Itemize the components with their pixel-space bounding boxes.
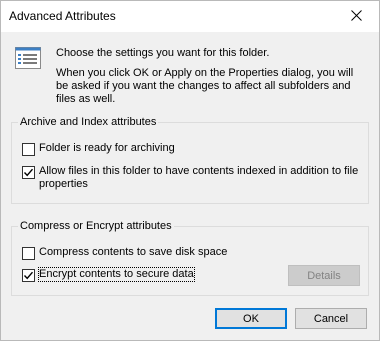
archiving-option[interactable]: Folder is ready for archiving [22,142,175,156]
info-sub-text: When you click OK or Apply on the Proper… [56,67,354,105]
info-main-text: Choose the settings you want for this fo… [56,47,270,59]
encrypt-label: Encrypt contents to secure data [38,267,195,282]
encrypt-option[interactable]: Encrypt contents to secure data [22,267,195,282]
compress-option[interactable]: Compress contents to save disk space [22,246,227,260]
compress-checkbox[interactable] [22,247,35,260]
indexing-option[interactable]: Allow files in this folder to have conte… [22,165,367,191]
ok-button[interactable]: OK [215,308,287,329]
details-button[interactable]: Details [288,265,360,286]
archiving-checkbox[interactable] [22,143,35,156]
cancel-button[interactable]: Cancel [295,308,367,329]
close-icon [350,9,362,24]
close-button[interactable] [333,1,379,32]
indexing-label: Allow files in this folder to have conte… [39,165,359,190]
title-bar: Advanced Attributes [1,1,379,32]
attributes-list-icon [15,47,41,69]
archive-index-group [11,122,369,204]
advanced-attributes-dialog: Advanced Attributes Choose the settings … [0,0,380,341]
checkmark-icon [23,271,34,280]
compress-encrypt-legend: Compress or Encrypt attributes [18,220,174,233]
compress-label: Compress contents to save disk space [39,246,228,258]
checkmark-icon [23,168,34,177]
archiving-label: Folder is ready for archiving [39,142,175,154]
encrypt-checkbox[interactable] [22,269,35,282]
window-title: Advanced Attributes [9,9,116,23]
archive-index-legend: Archive and Index attributes [18,116,159,129]
indexing-checkbox[interactable] [22,166,35,179]
